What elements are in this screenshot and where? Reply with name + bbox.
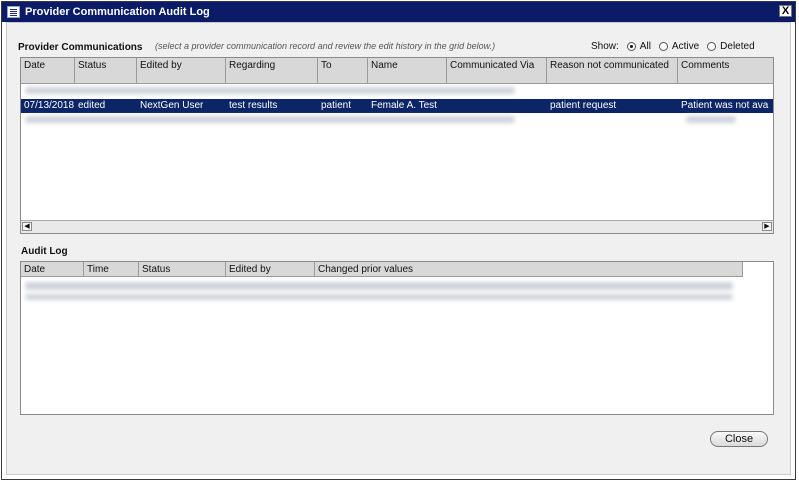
horizontal-scrollbar[interactable]: ◀ ▶ <box>21 220 773 233</box>
filter-active-radio[interactable]: Active <box>658 41 700 52</box>
cell-name: Female A. Test <box>371 100 437 111</box>
column-header-status[interactable]: Status <box>75 58 137 84</box>
scroll-right-icon[interactable]: ▶ <box>762 222 772 231</box>
redacted-row <box>25 116 515 123</box>
redacted-row <box>25 294 733 300</box>
close-icon[interactable]: X <box>779 5 792 17</box>
cell-communicated-via <box>447 99 547 113</box>
window-title: Provider Communication Audit Log <box>25 6 210 18</box>
cell-edited-by: NextGen User <box>140 100 204 111</box>
redacted-row <box>25 87 515 94</box>
audit-log-window: Provider Communication Audit Log X Provi… <box>1 1 796 480</box>
radio-unchecked-icon <box>658 42 668 51</box>
column-header-date[interactable]: Date <box>21 262 84 277</box>
cell-regarding: test results <box>229 100 278 111</box>
filter-deleted-radio[interactable]: Deleted <box>707 41 755 52</box>
column-header-changed-prior-values[interactable]: Changed prior values <box>315 262 743 277</box>
dialog-body: Provider Communications (select a provid… <box>6 22 791 475</box>
show-label: Show: <box>591 41 619 52</box>
column-header-edited-by[interactable]: Edited by <box>137 58 226 84</box>
column-header-date[interactable]: Date <box>21 58 75 84</box>
column-header-regarding[interactable]: Regarding <box>226 58 318 84</box>
radio-checked-icon <box>626 42 636 51</box>
filter-active-label: Active <box>671 41 700 52</box>
column-header-time[interactable]: Time <box>84 262 139 277</box>
close-button[interactable]: Close <box>710 431 768 447</box>
table-row-selected[interactable]: 07/13/2018 edited NextGen User test resu… <box>21 99 773 113</box>
cell-reason-not-communicated: patient request <box>550 100 617 111</box>
filter-all-radio[interactable]: All <box>626 41 651 52</box>
cell-comments: Patient was not ava <box>681 100 769 111</box>
redacted-row <box>25 282 733 290</box>
show-filter-group: Show: All Active Deleted <box>591 41 755 52</box>
scroll-left-icon[interactable]: ◀ <box>22 222 32 231</box>
redacted-row <box>686 116 736 123</box>
title-bar: Provider Communication Audit Log X <box>2 2 795 22</box>
column-header-communicated-via[interactable]: Communicated Via <box>447 58 547 84</box>
cell-status: edited <box>78 100 106 111</box>
column-header-comments[interactable]: Comments <box>678 58 773 84</box>
filter-all-label: All <box>639 41 651 52</box>
column-header-name[interactable]: Name <box>368 58 447 84</box>
column-header-status[interactable]: Status <box>139 262 226 277</box>
column-header-to[interactable]: To <box>318 58 368 84</box>
column-header-edited-by[interactable]: Edited by <box>226 262 315 277</box>
window-icon <box>7 6 20 18</box>
provider-communications-label: Provider Communications <box>18 42 143 53</box>
cell-date: 07/13/2018 <box>24 100 75 111</box>
audit-log-label: Audit Log <box>21 246 68 257</box>
cell-to: patient <box>321 100 352 111</box>
column-header-reason-not-communicated[interactable]: Reason not communicated <box>547 58 678 84</box>
instruction-hint: (select a provider communication record … <box>155 41 496 51</box>
filter-deleted-label: Deleted <box>720 41 755 52</box>
radio-unchecked-icon <box>707 42 717 51</box>
provider-communications-grid[interactable]: Date Status Edited by Regarding To Name … <box>20 57 774 234</box>
audit-log-grid[interactable]: Date Time Status Edited by Changed prior… <box>20 261 774 415</box>
